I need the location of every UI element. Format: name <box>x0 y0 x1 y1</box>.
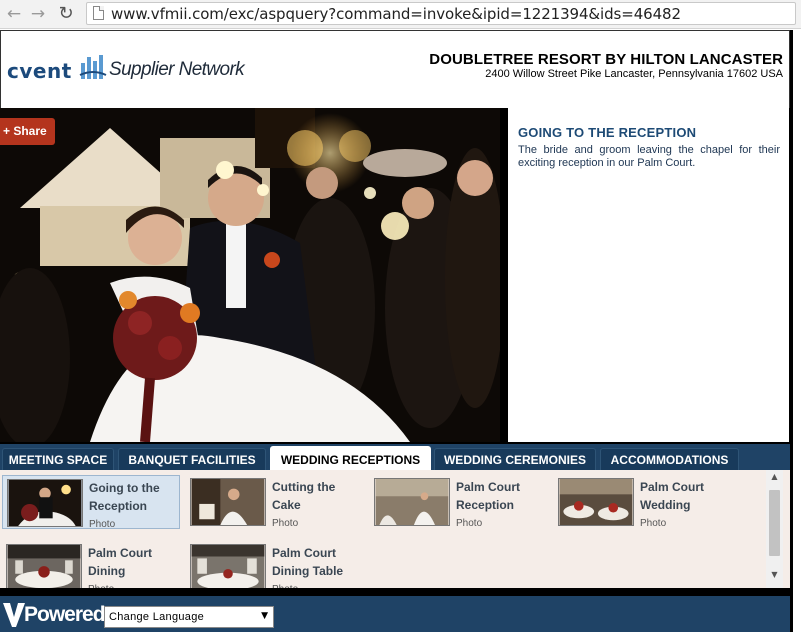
gallery-item-type: Photo <box>89 519 116 530</box>
scroll-down-arrow-icon[interactable]: ▼ <box>766 570 783 582</box>
language-select[interactable]: Change Language ▼ <box>104 606 274 628</box>
gallery-item[interactable]: Palm Court Dining Photo <box>2 541 180 588</box>
photo-gallery: Going to the Reception Photo Cutting the… <box>0 470 790 588</box>
logo-brand: cvent <box>7 59 72 83</box>
scroll-thumb[interactable] <box>769 490 780 556</box>
thumbnail-image <box>6 544 82 588</box>
browser-toolbar: ← → ↻ www.vfmii.com/exc/aspquery?command… <box>0 0 801 29</box>
gallery-item-type: Photo <box>272 518 299 529</box>
tab-banquet-facilities[interactable]: BANQUET FACILITIES <box>118 448 266 470</box>
gallery-item[interactable]: Palm Court Wedding Photo <box>554 475 732 529</box>
share-button[interactable]: + Share <box>0 118 55 145</box>
category-tabs: MEETING SPACE BANQUET FACILITIES WEDDING… <box>0 444 790 470</box>
powered-text: Powered <box>24 603 106 626</box>
footer: Powered Change Language ▼ <box>0 596 790 632</box>
hotel-address: 2400 Willow Street Pike Lancaster, Penns… <box>485 68 783 80</box>
reload-icon[interactable]: ↻ <box>56 4 76 24</box>
gallery-item[interactable]: Palm Court Reception Photo <box>370 475 548 529</box>
photo-description: The bride and groom leaving the chapel f… <box>518 144 780 169</box>
dropdown-arrow-icon: ▼ <box>261 611 268 621</box>
gallery-item-type: Photo <box>456 518 483 529</box>
gallery-item-title: Cutting the Cake <box>272 480 336 512</box>
gallery-item-type: Photo <box>640 518 667 529</box>
forward-arrow-icon[interactable]: → <box>28 4 48 24</box>
thumbnail-image <box>558 478 634 526</box>
gallery-item-title: Palm Court Dining <box>88 546 153 578</box>
language-select-value: Change Language <box>109 611 205 623</box>
v-logo-icon <box>3 603 25 627</box>
tab-wedding-ceremonies[interactable]: WEDDING CEREMONIES <box>434 448 596 470</box>
photo-title: GOING TO THE RECEPTION <box>518 125 697 140</box>
thumbnail-image <box>7 479 83 527</box>
gallery-item[interactable]: Palm Court Dining Table Photo <box>186 541 364 588</box>
scroll-up-arrow-icon[interactable]: ▲ <box>766 472 783 484</box>
gallery-item-title: Going to the Reception <box>89 481 160 513</box>
building-logo-icon <box>79 55 107 79</box>
gallery-scrollbar[interactable]: ▲ ▼ <box>766 470 783 588</box>
main-photo: + Share <box>0 108 500 442</box>
gallery-item-type: Photo <box>272 584 298 588</box>
tab-accommodations[interactable]: ACCOMMODATIONS <box>600 448 739 470</box>
wedding-photo-image <box>0 108 500 442</box>
gallery-item-type: Photo <box>88 584 114 588</box>
back-arrow-icon[interactable]: ← <box>4 4 24 24</box>
gallery-item-title: Palm Court Dining Table <box>272 546 344 578</box>
gallery-item-title: Palm Court Reception <box>456 480 521 512</box>
gallery-item-title: Palm Court Wedding <box>640 480 705 512</box>
thumbnail-image <box>190 478 266 526</box>
info-panel: GOING TO THE RECEPTION The bride and gro… <box>508 108 789 442</box>
page-icon <box>93 6 104 20</box>
url-text[interactable]: www.vfmii.com/exc/aspquery?command=invok… <box>111 5 681 23</box>
hotel-name: DOUBLETREE RESORT BY HILTON LANCASTER <box>429 51 783 68</box>
gallery-item[interactable]: Going to the Reception Photo <box>2 475 180 530</box>
tab-meeting-space[interactable]: MEETING SPACE <box>2 448 114 470</box>
gallery-item[interactable]: Cutting the Cake Photo <box>186 475 364 529</box>
thumbnail-image <box>374 478 450 526</box>
thumbnail-image <box>190 544 266 588</box>
header: cvent Supplier Network DOUBLETREE RESORT… <box>0 30 790 108</box>
photo-divider <box>500 108 508 442</box>
viewer-frame: cvent Supplier Network DOUBLETREE RESORT… <box>0 30 793 632</box>
logo-subtitle: Supplier Network <box>109 59 245 80</box>
tab-wedding-receptions[interactable]: WEDDING RECEPTIONS <box>270 446 431 470</box>
address-bar[interactable]: www.vfmii.com/exc/aspquery?command=invok… <box>86 2 796 25</box>
